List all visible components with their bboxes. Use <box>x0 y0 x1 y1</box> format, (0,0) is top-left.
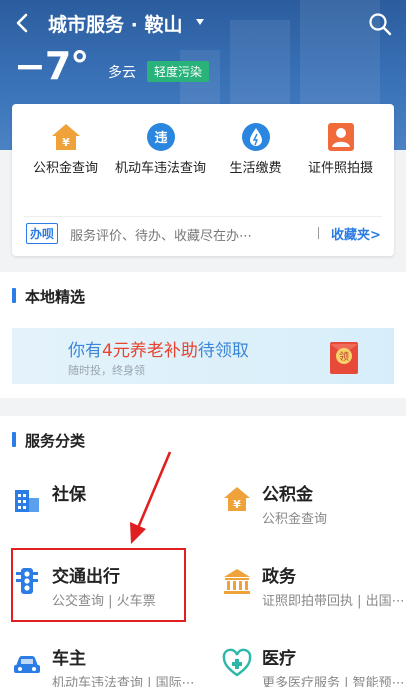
red-envelope-icon: 领 <box>330 342 358 374</box>
service-name: 医疗 <box>262 649 296 669</box>
back-arrow-icon[interactable] <box>12 12 34 34</box>
government-icon <box>224 569 250 594</box>
city-dropdown-caret-icon[interactable] <box>196 19 204 25</box>
weather-text: 多云 <box>108 65 136 81</box>
quick-action-label: 机动车违法查询 <box>114 161 206 176</box>
annotation-highlight-box <box>11 548 186 622</box>
quick-action-utility[interactable]: 生活缴费 <box>208 122 303 177</box>
service-medical[interactable]: 医疗 更多医疗服务 | 智能预⋯ <box>222 644 406 687</box>
quick-action-traffic-violation[interactable]: 违 机动车违法查询 <box>113 122 208 177</box>
service-car-owner[interactable]: 车主 机动车违法查询 | 国际⋯ <box>12 644 208 687</box>
housing-fund-icon: ¥ <box>51 124 80 150</box>
service-subtitle: 更多医疗服务 | 智能预⋯ <box>262 676 405 687</box>
service-name: 政务 <box>262 567 296 587</box>
quick-actions-card: ¥ 公积金查询 违 机动车违法查询 生活缴费 证件照拍摄 办呗 服务评价、待办、… <box>12 104 394 256</box>
divider <box>24 216 382 217</box>
svg-text:违: 违 <box>154 130 167 146</box>
service-subtitle: 证照即拍带回执 | 出国⋯ <box>262 594 405 609</box>
pension-promo-banner[interactable]: 你有4元养老补助待领取 随时投，终身领 领 <box>12 328 394 384</box>
service-social-security[interactable]: 社保 <box>12 480 192 530</box>
quick-action-housing-fund[interactable]: ¥ 公积金查询 <box>18 122 113 177</box>
service-name: 车主 <box>52 649 86 669</box>
service-name: 社保 <box>52 485 86 505</box>
quick-action-label: 证件照拍摄 <box>307 161 373 176</box>
service-government[interactable]: 政务 证照即拍带回执 | 出国⋯ <box>222 562 406 612</box>
car-icon <box>14 656 40 673</box>
page-title[interactable]: 城市服务 · 鞍山 <box>48 10 182 37</box>
traffic-violation-icon: 违 <box>146 123 175 151</box>
svg-text:¥: ¥ <box>233 498 241 511</box>
service-subtitle: 机动车违法查询 | 国际⋯ <box>52 676 195 687</box>
housing-fund-icon: ¥ <box>224 487 250 511</box>
service-bar-text[interactable]: 服务评价、待办、收藏尽在办⋯ <box>70 225 252 244</box>
promo-headline: 你有4元养老补助待领取 <box>68 336 249 361</box>
section-title: 本地精选 <box>12 286 85 307</box>
service-name: 公积金 <box>262 485 313 505</box>
banshi-badge[interactable]: 办呗 <box>26 223 59 244</box>
quick-action-label: 公积金查询 <box>32 161 98 176</box>
promo-subtitle: 随时投，终身领 <box>68 364 145 377</box>
building-icon <box>15 490 39 512</box>
top-bar: 城市服务 · 鞍山 <box>0 0 406 48</box>
favorites-link[interactable]: 收藏夹> <box>331 224 381 243</box>
svg-text:领: 领 <box>339 350 349 363</box>
service-subtitle: 公积金查询 <box>262 512 328 527</box>
service-housing-fund[interactable]: ¥ 公积金 公积金查询 <box>222 480 402 530</box>
promo-highlight: 4元养老补助 <box>102 341 198 361</box>
utility-drop-icon <box>241 123 270 151</box>
promo-prefix: 你有 <box>68 341 102 361</box>
quick-action-id-photo[interactable]: 证件照拍摄 <box>293 122 388 177</box>
divider <box>318 227 319 239</box>
promo-suffix: 待领取 <box>197 341 249 361</box>
air-quality-badge: 轻度污染 <box>147 61 210 82</box>
quick-action-label: 生活缴费 <box>229 161 282 176</box>
svg-text:¥: ¥ <box>62 136 70 149</box>
id-photo-icon <box>327 123 354 151</box>
section-title: 服务分类 <box>12 430 85 451</box>
medical-icon <box>222 648 252 677</box>
search-icon[interactable] <box>368 12 392 36</box>
temperature: −7° <box>14 44 89 88</box>
